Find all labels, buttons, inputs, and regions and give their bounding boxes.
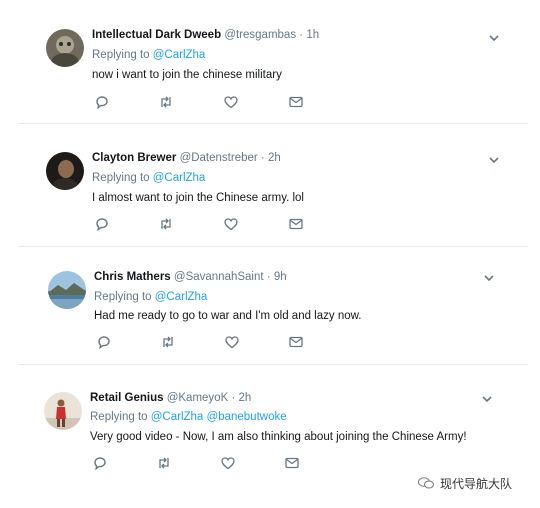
message-icon[interactable]	[284, 455, 300, 471]
timestamp[interactable]: 2h	[238, 392, 251, 404]
divider	[18, 123, 528, 124]
username[interactable]: @SavannahSaint	[174, 271, 264, 283]
replying-to: Replying to @CarlZha	[92, 172, 206, 184]
replying-to: Replying to @CarlZha	[94, 291, 208, 303]
display-name[interactable]: Clayton Brewer	[92, 152, 176, 164]
timestamp[interactable]: 2h	[268, 152, 281, 164]
username[interactable]: @KameyoK	[167, 392, 229, 404]
like-icon[interactable]	[220, 455, 236, 471]
retweet-icon[interactable]	[156, 455, 172, 471]
like-icon[interactable]	[223, 216, 239, 232]
retweet-icon[interactable]	[160, 334, 176, 350]
username[interactable]: @Datenstreber	[180, 152, 258, 164]
tweet-header: Retail Genius @KameyoK · 2h	[90, 392, 252, 404]
reply-icon[interactable]	[96, 334, 112, 350]
message-icon[interactable]	[288, 334, 304, 350]
timestamp[interactable]: 9h	[274, 271, 287, 283]
chevron-down-icon[interactable]	[480, 392, 494, 406]
replying-to: Replying to @CarlZha @banebutwoke	[90, 411, 287, 423]
reply-icon[interactable]	[94, 216, 110, 232]
watermark: 现代导航大队	[418, 475, 512, 492]
tweet-header: Chris Mathers @SavannahSaint · 9h	[94, 271, 287, 283]
tweet-text: Had me ready to go to war and I'm old an…	[94, 310, 362, 322]
mention-link[interactable]: @CarlZha	[153, 172, 206, 184]
mention-link[interactable]: @banebutwoke	[207, 411, 287, 423]
avatar[interactable]	[48, 271, 86, 309]
watermark-text: 现代导航大队	[440, 477, 513, 491]
display-name[interactable]: Chris Mathers	[94, 271, 171, 283]
avatar[interactable]	[46, 152, 84, 190]
retweet-icon[interactable]	[158, 216, 174, 232]
divider	[18, 364, 528, 365]
chevron-down-icon[interactable]	[482, 271, 496, 285]
avatar[interactable]	[44, 392, 82, 430]
tweet-text: Very good video - Now, I am also thinkin…	[90, 431, 467, 443]
tweet-text: I almost want to join the Chinese army. …	[92, 192, 304, 204]
reply-icon[interactable]	[92, 455, 108, 471]
divider	[18, 246, 528, 247]
mention-link[interactable]: @CarlZha	[151, 411, 204, 423]
display-name[interactable]: Retail Genius	[90, 392, 164, 404]
tweet-header: Clayton Brewer @Datenstreber · 2h	[92, 152, 281, 164]
tweet: Retail Genius @KameyoK · 2h Replying to …	[0, 0, 540, 471]
chevron-down-icon[interactable]	[487, 153, 501, 167]
wechat-icon	[418, 477, 434, 489]
mention-link[interactable]: @CarlZha	[155, 291, 208, 303]
message-icon[interactable]	[288, 216, 304, 232]
like-icon[interactable]	[224, 334, 240, 350]
